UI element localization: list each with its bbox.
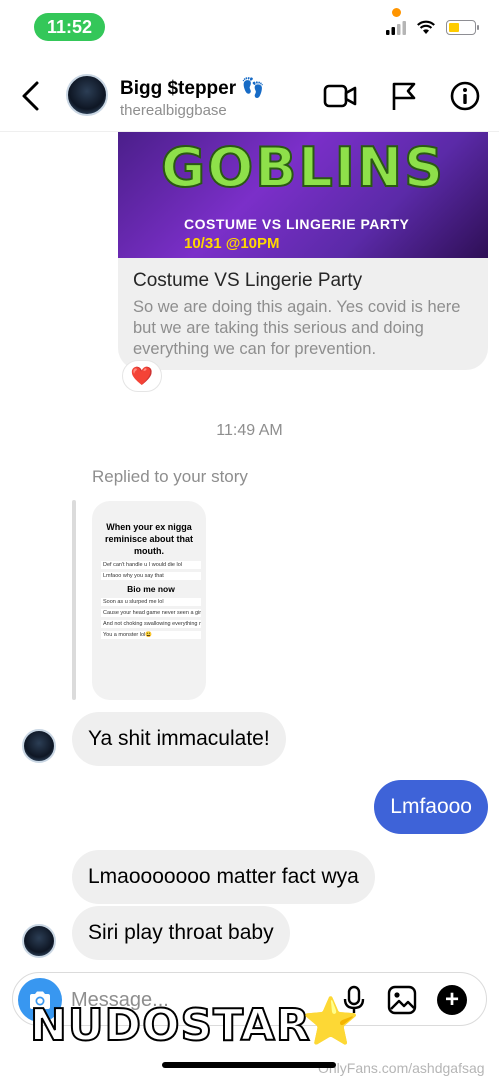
story-line: Lmfaoo why you say that	[101, 572, 201, 580]
more-options-button[interactable]: +	[436, 984, 468, 1016]
shared-link-card[interactable]: GOBLINS COSTUME VS LINGERIE PARTY 10/31 …	[118, 132, 488, 370]
story-thumbnail[interactable]: When your ex nigga reminisce about that …	[92, 501, 206, 700]
battery-icon	[446, 20, 479, 35]
conversation-info-button[interactable]	[448, 80, 482, 112]
info-icon	[450, 81, 480, 111]
replied-to-story-label: Replied to your story	[92, 467, 248, 486]
outgoing-message[interactable]: Lmfaooo	[374, 780, 488, 834]
video-call-button[interactable]	[323, 80, 357, 112]
story-bio: Bio me now	[127, 584, 175, 594]
gallery-icon	[387, 985, 417, 1015]
incoming-message[interactable]: Siri play throat baby	[72, 906, 290, 960]
contact-avatar[interactable]	[66, 74, 108, 116]
story-line: Def can't handle u I would die lol	[101, 561, 201, 569]
report-flag-button[interactable]	[387, 80, 421, 112]
flyer-headline: GOBLINS	[160, 135, 445, 200]
flyer-subline: COSTUME VS LINGERIE PARTY	[184, 216, 410, 232]
watermark-logo: NUDOSTAR	[29, 999, 311, 1052]
cellular-signal-icon	[386, 20, 406, 35]
watermark-url: OnlyFans.com/ashdgafsag	[318, 1060, 485, 1076]
incoming-message[interactable]: Lmaooooooo matter fact wya	[72, 850, 375, 904]
sender-avatar[interactable]	[22, 729, 56, 763]
card-description: So we are doing this again. Yes covid is…	[133, 298, 461, 358]
story-line: Soon as u slurped me lol	[101, 598, 201, 606]
plus-icon: +	[437, 985, 467, 1015]
status-time: 11:52	[34, 13, 105, 41]
contact-username[interactable]: therealbiggbase	[120, 102, 227, 119]
back-chevron-icon[interactable]	[18, 80, 44, 112]
story-line: Cause your head game never seen a girl d…	[101, 609, 201, 617]
flag-icon	[392, 82, 416, 110]
reply-quote-bar	[72, 500, 76, 700]
wifi-icon	[417, 20, 435, 34]
message-timestamp: 11:49 AM	[216, 422, 283, 439]
card-title: Costume VS Lingerie Party	[133, 270, 363, 291]
incoming-message[interactable]: Ya shit immaculate!	[72, 712, 286, 766]
home-indicator[interactable]	[162, 1062, 336, 1068]
flyer-date: 10/31 @10PM	[184, 235, 280, 252]
party-flyer-image: GOBLINS COSTUME VS LINGERIE PARTY 10/31 …	[118, 132, 488, 258]
status-icons	[386, 20, 479, 35]
privacy-indicator-dot	[392, 8, 401, 17]
sender-avatar[interactable]	[22, 924, 56, 958]
story-heading: When your ex nigga reminisce about that …	[104, 522, 194, 556]
heart-reaction[interactable]: ❤️	[122, 360, 162, 392]
gallery-button[interactable]	[386, 984, 418, 1016]
video-call-icon	[323, 84, 357, 108]
story-line: And not choking swallowing everything no…	[101, 620, 201, 628]
contact-display-name[interactable]: Bigg $tepper 👣	[120, 76, 265, 100]
watermark-star-icon: ⭐	[301, 995, 360, 1047]
story-line: You a monster lol😩	[101, 631, 201, 639]
conversation-header: Bigg $tepper 👣 therealbiggbase	[0, 58, 499, 132]
story-chat-lines: Def can't handle u I would die lol Lmfao…	[101, 561, 201, 642]
